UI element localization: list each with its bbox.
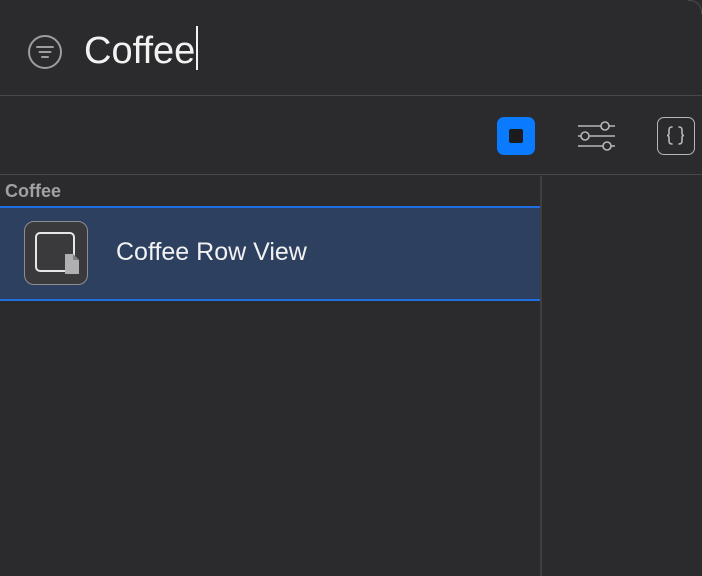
library-toolbar <box>0 97 702 175</box>
views-library-button[interactable] <box>497 117 535 155</box>
detail-pane <box>542 176 702 576</box>
modifiers-library-button[interactable] <box>577 117 615 155</box>
list-item-coffee-row-view[interactable]: Coffee Row View <box>0 206 540 301</box>
filter-icon[interactable] <box>27 34 63 70</box>
search-bar: Coffee <box>0 0 702 96</box>
sliders-icon <box>578 121 615 151</box>
search-input[interactable]: Coffee <box>84 26 644 76</box>
square-stop-icon <box>509 129 523 143</box>
swift-view-file-icon <box>24 221 88 285</box>
search-query: Coffee <box>84 30 196 72</box>
snippets-library-button[interactable] <box>657 117 695 155</box>
library-window: Coffee Coffee Coffee Row View <box>0 0 702 576</box>
library-results-list: Coffee Coffee Row View <box>0 176 540 576</box>
braces-icon <box>666 126 685 145</box>
text-caret <box>196 26 198 70</box>
list-item-label: Coffee Row View <box>116 238 307 266</box>
section-header: Coffee <box>5 181 62 201</box>
